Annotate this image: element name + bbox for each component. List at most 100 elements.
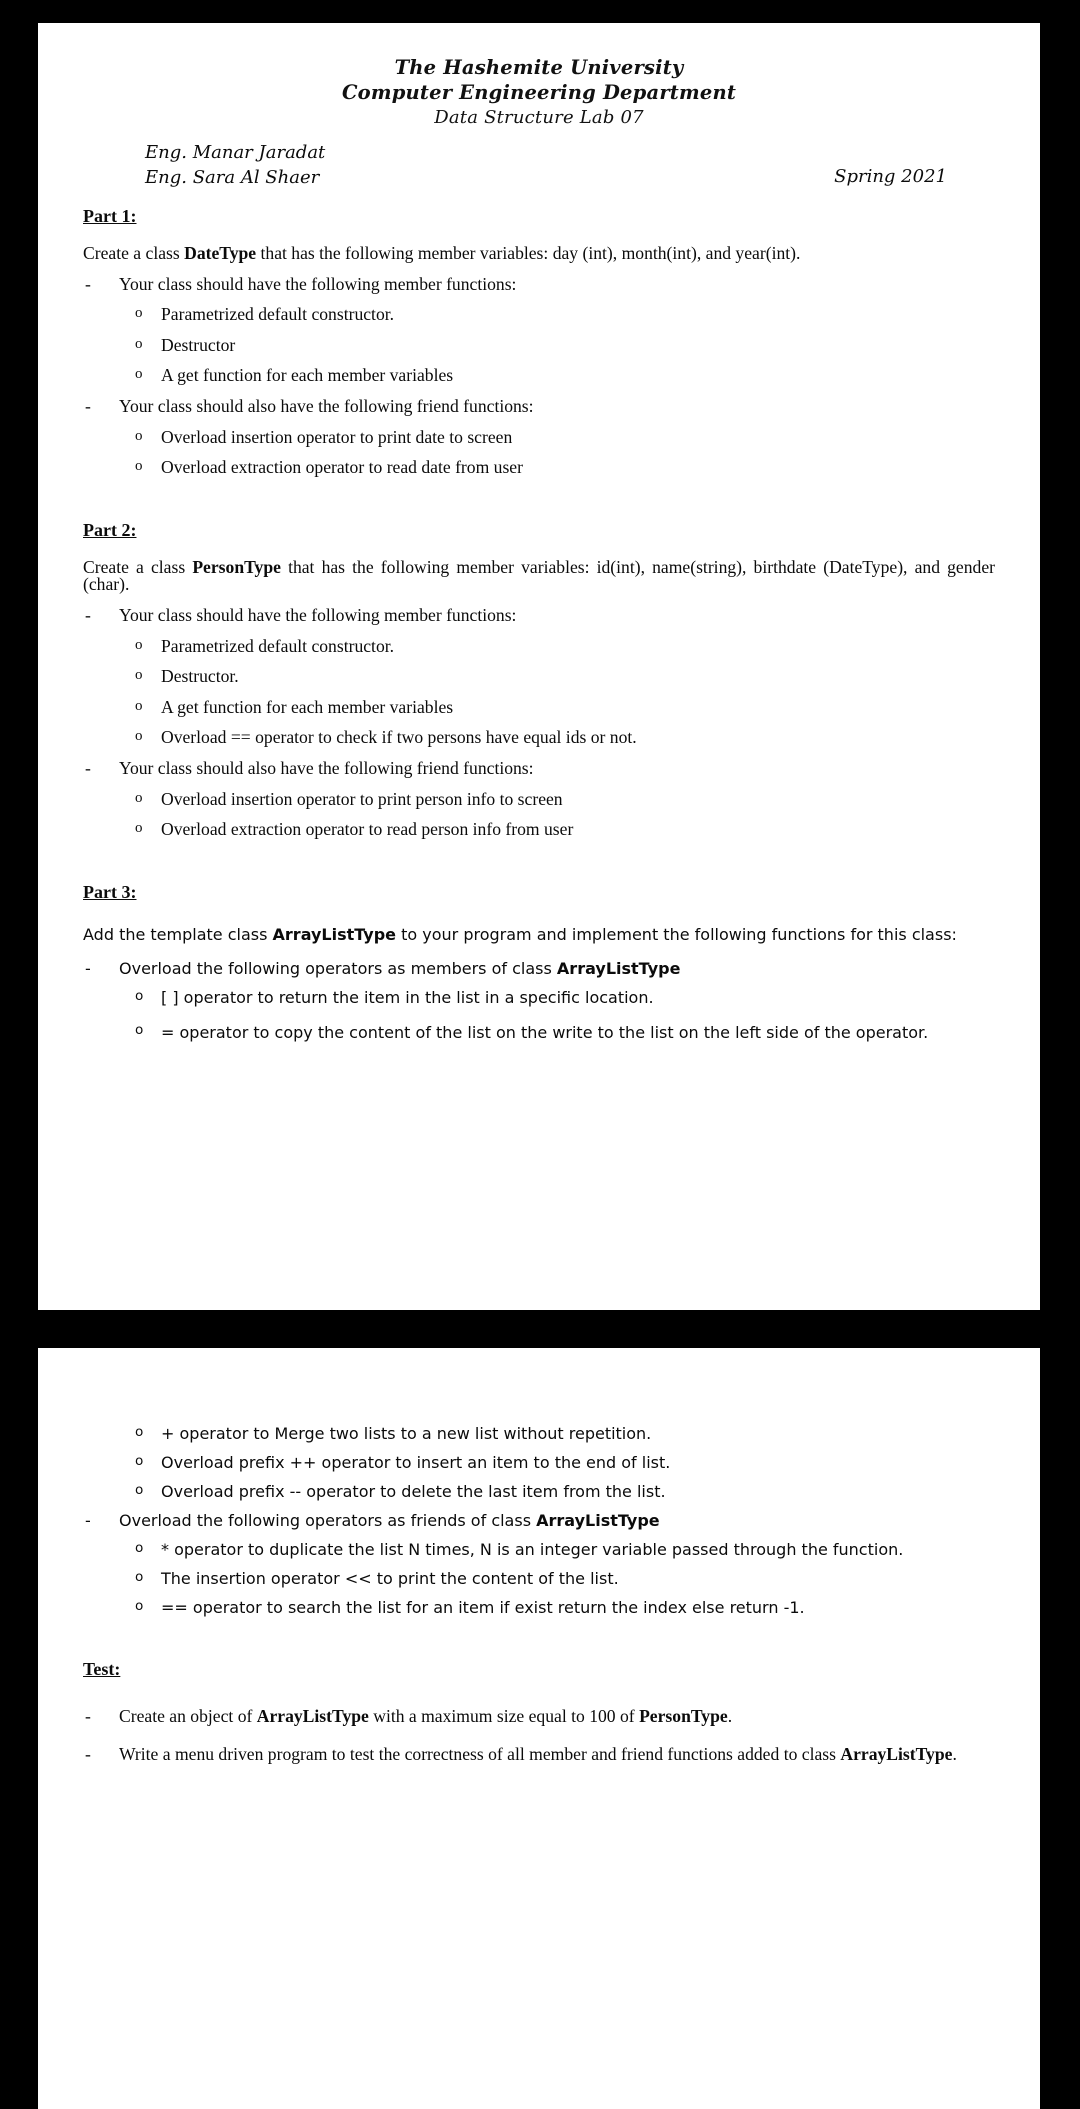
circle-bullet-icon: o	[135, 667, 143, 684]
list-item-label: The insertion operator << to print the c…	[161, 1569, 619, 1588]
dash-bullet-icon: -	[85, 605, 91, 626]
test-item-2-post: .	[952, 1743, 957, 1764]
list-item: o Overload extraction operator to read p…	[83, 819, 995, 840]
circle-bullet-icon: o	[135, 1022, 144, 1039]
list-item-label: * operator to duplicate the list N times…	[161, 1540, 904, 1559]
list-item: o The insertion operator << to print the…	[83, 1569, 995, 1588]
circle-bullet-icon: o	[135, 1540, 144, 1556]
part-2-friend-heading: - Your class should also have the follow…	[83, 757, 995, 778]
part-1-intro-post: that has the following member variables:…	[256, 243, 801, 264]
part-1-intro-pre: Create a class	[83, 243, 185, 264]
page-2-body: o + operator to Merge two lists to a new…	[83, 1348, 995, 1769]
list-item-label: == operator to search the list for an it…	[161, 1598, 805, 1617]
list-item-label: + operator to Merge two lists to a new l…	[161, 1424, 652, 1443]
part-3-members-heading-pre: Overload the following operators as memb…	[119, 959, 557, 979]
list-item-label: [ ] operator to return the item in the l…	[161, 988, 654, 1008]
dash-bullet-icon: -	[85, 959, 91, 979]
part-2-heading: Part 2:	[83, 519, 137, 540]
circle-bullet-icon: o	[135, 1453, 144, 1469]
part-2-member-heading-text: Your class should have the following mem…	[119, 605, 517, 626]
list-item: o Parametrized default constructor.	[83, 635, 995, 656]
dash-bullet-icon: -	[85, 396, 91, 417]
part-1-member-heading-text: Your class should have the following mem…	[119, 273, 517, 294]
list-item-label: Destructor.	[161, 666, 239, 687]
circle-bullet-icon: o	[135, 305, 143, 322]
list-item: o Overload prefix -- operator to delete …	[83, 1482, 995, 1501]
dash-bullet-icon: -	[85, 1706, 91, 1726]
part-3-class-name: ArrayListType	[272, 924, 397, 944]
list-item: o Parametrized default constructor.	[83, 304, 995, 325]
part-3-friends-heading-pre: Overload the following operators as frie…	[119, 1511, 537, 1530]
part-1-friend-heading-text: Your class should also have the followin…	[119, 396, 534, 417]
list-item: o * operator to duplicate the list N tim…	[83, 1540, 995, 1559]
dash-bullet-icon: -	[85, 1511, 91, 1530]
list-item-label: A get function for each member variables	[161, 365, 454, 386]
list-item: o A get function for each member variabl…	[83, 697, 995, 717]
semester-label: Spring 2021	[834, 166, 947, 188]
document-page-2: o + operator to Merge two lists to a new…	[38, 1348, 1040, 2109]
test-item-1-post: .	[727, 1706, 733, 1726]
list-item-label: = operator to copy the content of the li…	[161, 1023, 929, 1043]
circle-bullet-icon: o	[135, 728, 143, 745]
document-page-1: The Hashemite University Computer Engine…	[38, 23, 1040, 1310]
part-3-continued: o + operator to Merge two lists to a new…	[83, 1424, 995, 1617]
part-2-class-name: PersonType	[192, 556, 281, 577]
dash-bullet-icon: -	[85, 757, 91, 778]
list-item-label: Overload insertion operator to print per…	[161, 788, 563, 809]
test-item-1-class-1: ArrayListType	[256, 1706, 369, 1726]
list-item: o Destructor	[83, 335, 995, 355]
test-item-2-pre: Write a menu driven program to test the …	[119, 1743, 841, 1764]
part-1-friend-heading: - Your class should also have the follow…	[83, 396, 995, 417]
document-header: The Hashemite University Computer Engine…	[83, 23, 995, 129]
list-item-label: Overload prefix ++ operator to insert an…	[161, 1453, 671, 1472]
list-item-label: Overload extraction operator to read per…	[161, 819, 574, 840]
part-1-heading: Part 1:	[83, 206, 137, 227]
list-item-label: Overload prefix -- operator to delete th…	[161, 1482, 666, 1501]
list-item-label: Overload extraction operator to read dat…	[161, 457, 523, 478]
circle-bullet-icon: o	[135, 1482, 144, 1498]
list-item-label: Parametrized default constructor.	[161, 304, 395, 325]
page-2-content: o + operator to Merge two lists to a new…	[38, 1348, 1040, 2109]
list-item: o Overload insertion operator to print p…	[83, 788, 995, 809]
test-section: Test: - Create an object of ArrayListTyp…	[83, 1660, 995, 1769]
circle-bullet-icon: o	[135, 366, 143, 383]
dash-bullet-icon: -	[85, 1743, 91, 1764]
instructor-name-1: Eng. Manar Jaradat	[145, 142, 326, 164]
part-1-class-name: DateType	[184, 243, 257, 264]
part-3-members-heading: - Overload the following operators as me…	[83, 961, 995, 977]
circle-bullet-icon: o	[135, 1424, 144, 1440]
instructors-block: Eng. Manar Jaradat Eng. Sara Al Shaer	[145, 141, 325, 191]
list-item: o + operator to Merge two lists to a new…	[83, 1424, 995, 1443]
test-item-1-pre: Create an object of	[119, 1706, 257, 1726]
part-3-intro: Add the template class ArrayListType to …	[83, 921, 995, 949]
circle-bullet-icon: o	[135, 988, 144, 1005]
circle-bullet-icon: o	[135, 1598, 144, 1614]
circle-bullet-icon: o	[135, 789, 143, 806]
list-item-label: Overload insertion operator to print dat…	[161, 426, 513, 447]
page-1-body: Part 1: Create a class DateType that has…	[83, 189, 995, 1047]
dash-bullet-icon: -	[85, 273, 91, 294]
test-item-1: - Create an object of ArrayListType with…	[83, 1706, 995, 1726]
list-item: o == operator to search the list for an …	[83, 1598, 995, 1617]
circle-bullet-icon: o	[135, 335, 143, 352]
part-1-intro: Create a class DateType that has the fol…	[83, 243, 995, 264]
list-item: o Overload prefix ++ operator to insert …	[83, 1453, 995, 1472]
part-3-intro-post: to your program and implement the follow…	[396, 924, 957, 944]
test-item-2-class: ArrayListType	[840, 1743, 953, 1764]
list-item: o Overload extraction operator to read d…	[83, 457, 995, 478]
circle-bullet-icon: o	[135, 1569, 144, 1585]
part-3-friends-heading: - Overload the following operators as fr…	[83, 1513, 995, 1529]
document-viewer: The Hashemite University Computer Engine…	[0, 0, 1080, 2109]
circle-bullet-icon: o	[135, 636, 143, 653]
list-item-label: Parametrized default constructor.	[161, 635, 395, 656]
part-3-heading: Part 3:	[83, 881, 137, 902]
circle-bullet-icon: o	[135, 820, 143, 837]
part-3-friends-heading-class: ArrayListType	[536, 1511, 660, 1530]
test-item-1-mid: with a maximum size equal to 100 of	[368, 1706, 640, 1726]
test-heading: Test:	[83, 1659, 121, 1679]
part-2-friend-heading-text: Your class should also have the followin…	[119, 757, 534, 778]
list-item: o [ ] operator to return the item in the…	[83, 990, 995, 1006]
university-name: The Hashemite University	[394, 56, 684, 79]
circle-bullet-icon: o	[135, 697, 143, 714]
list-item: o Destructor.	[83, 666, 995, 687]
